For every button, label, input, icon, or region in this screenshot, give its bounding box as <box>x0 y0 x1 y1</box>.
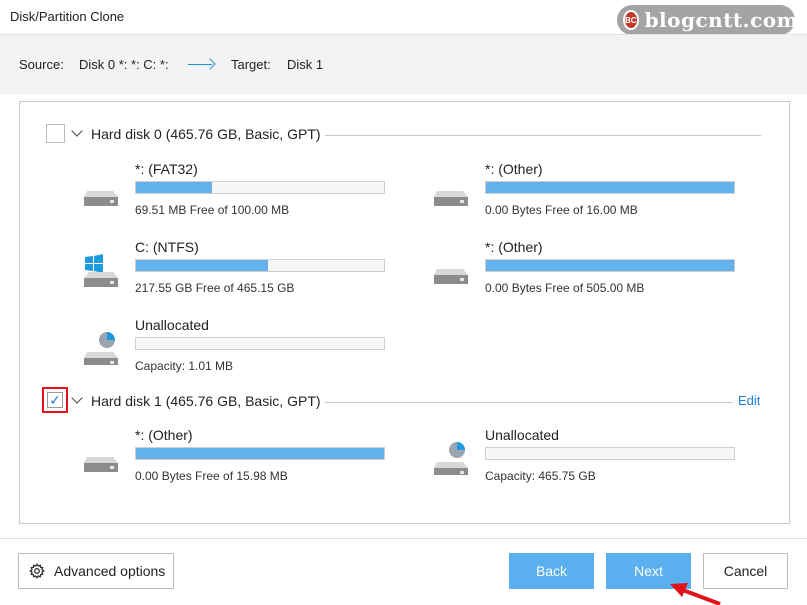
disk-0-title: Hard disk 0 (465.76 GB, Basic, GPT) <box>91 126 321 142</box>
partition-name: Unallocated <box>485 427 559 443</box>
disk-1-checkbox[interactable]: ✓ <box>42 387 68 413</box>
windows-drive-icon <box>84 254 118 287</box>
usage-bar-fill <box>486 260 734 271</box>
disk-1-title: Hard disk 1 (465.76 GB, Basic, GPT) <box>91 393 321 409</box>
divider <box>325 135 761 136</box>
gear-icon <box>29 563 45 579</box>
source-value: Disk 0 *: *: C: *: <box>79 57 169 72</box>
partition-info: 69.51 MB Free of 100.00 MB <box>135 203 290 217</box>
drive-icon <box>434 269 468 284</box>
partition-item[interactable]: Unallocated Capacity: 1.01 MB <box>83 317 385 373</box>
window-title: Disk/Partition Clone <box>10 9 125 24</box>
advanced-options-label: Advanced options <box>54 563 166 579</box>
usage-bar <box>485 447 735 460</box>
disk-header-0: Hard disk 0 (465.76 GB, Basic, GPT) <box>20 124 789 144</box>
edit-link[interactable]: Edit <box>738 393 760 408</box>
disk-panel: Hard disk 0 (465.76 GB, Basic, GPT) *: (… <box>19 101 790 524</box>
arrow-right-icon-head <box>204 58 216 70</box>
usage-bar <box>135 447 385 460</box>
drive-icon <box>84 457 118 472</box>
partition-item[interactable]: *: (Other) 0.00 Bytes Free of 505.00 MB <box>433 239 735 295</box>
usage-bar-fill <box>486 182 734 193</box>
partition-info: 0.00 Bytes Free of 16.00 MB <box>485 203 638 217</box>
partition-name: *: (Other) <box>485 239 543 255</box>
footer-divider <box>0 538 807 539</box>
usage-bar <box>485 181 735 194</box>
partition-info: 217.55 GB Free of 465.15 GB <box>135 281 295 295</box>
partition-info: 0.00 Bytes Free of 505.00 MB <box>485 281 645 295</box>
drive-icon <box>84 191 118 206</box>
target-label: Target: <box>231 57 271 72</box>
advanced-options-button[interactable]: Advanced options <box>18 553 174 589</box>
usage-bar <box>135 337 385 350</box>
drive-icon <box>434 191 468 206</box>
annotation-arrow-icon <box>670 583 721 605</box>
watermark-logo: BC <box>623 10 639 30</box>
usage-bar <box>135 181 385 194</box>
partition-name: *: (FAT32) <box>135 161 198 177</box>
partition-name: C: (NTFS) <box>135 239 199 255</box>
watermark-text: blogcntt.com <box>644 8 799 32</box>
chevron-down-icon[interactable] <box>71 125 83 137</box>
partition-name: *: (Other) <box>135 427 193 443</box>
divider <box>325 402 733 403</box>
unallocated-drive-icon <box>434 442 468 475</box>
partition-item[interactable]: *: (Other) 0.00 Bytes Free of 15.98 MB <box>83 427 385 483</box>
usage-bar <box>485 259 735 272</box>
source-label: Source: <box>19 57 64 72</box>
usage-bar <box>135 259 385 272</box>
title-bar: Disk/Partition Clone BC blogcntt.com <box>0 0 807 35</box>
unallocated-drive-icon <box>84 332 118 365</box>
back-button[interactable]: Back <box>509 553 594 589</box>
checkmark-icon: ✓ <box>47 392 63 408</box>
partition-name: Unallocated <box>135 317 209 333</box>
disk-0-checkbox[interactable] <box>46 124 65 143</box>
partition-info: Capacity: 1.01 MB <box>135 359 234 373</box>
partition-item[interactable]: Unallocated Capacity: 465.75 GB <box>433 427 735 483</box>
usage-bar-fill <box>136 448 384 459</box>
partition-info: Capacity: 465.75 GB <box>485 469 596 483</box>
partition-info: 0.00 Bytes Free of 15.98 MB <box>135 469 288 483</box>
partition-item[interactable]: *: (FAT32) 69.51 MB Free of 100.00 MB <box>83 161 385 217</box>
usage-bar-fill <box>136 260 268 271</box>
source-target-bar: Source: Disk 0 *: *: C: *: Target: Disk … <box>0 34 807 94</box>
watermark: BC blogcntt.com <box>617 5 798 35</box>
disk-header-1: ✓ Hard disk 1 (465.76 GB, Basic, GPT) Ed… <box>20 387 789 413</box>
chevron-down-icon[interactable] <box>71 392 83 404</box>
target-value: Disk 1 <box>287 57 324 72</box>
usage-bar-fill <box>136 182 212 193</box>
partition-item[interactable]: *: (Other) 0.00 Bytes Free of 16.00 MB <box>433 161 735 217</box>
partition-name: *: (Other) <box>485 161 543 177</box>
partition-item[interactable]: C: (NTFS) 217.55 GB Free of 465.15 GB <box>83 239 385 295</box>
